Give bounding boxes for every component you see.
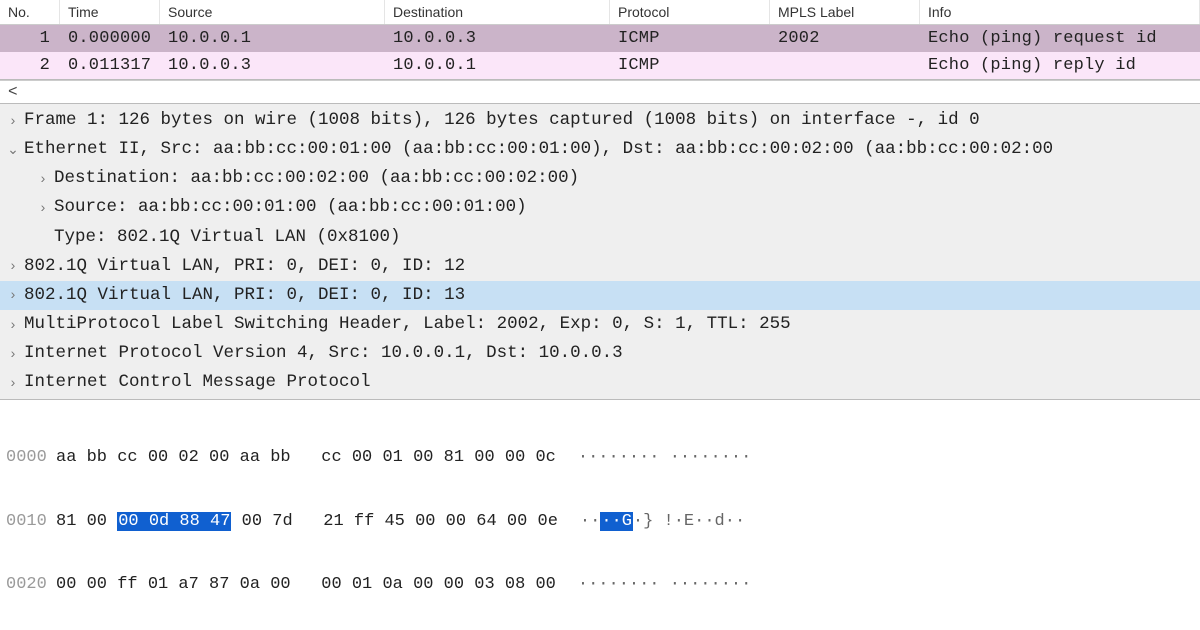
tree-label: Internet Control Message Protocol — [24, 369, 371, 396]
packet-destination: 10.0.0.1 — [385, 52, 610, 79]
chevron-right-icon[interactable]: › — [6, 284, 20, 306]
hex-row[interactable]: 0000 aa bb cc 00 02 00 aa bb cc 00 01 00… — [6, 447, 1194, 468]
packet-row[interactable]: 2 0.011317 10.0.0.3 10.0.0.1 ICMP Echo (… — [0, 52, 1200, 79]
tree-vlan-13[interactable]: › 802.1Q Virtual LAN, PRI: 0, DEI: 0, ID… — [0, 281, 1200, 310]
chevron-right-icon[interactable]: › — [6, 110, 20, 132]
tree-ethernet[interactable]: ⌄ Ethernet II, Src: aa:bb:cc:00:01:00 (a… — [0, 135, 1200, 164]
horizontal-scroll-left-icon[interactable]: < — [0, 80, 1200, 104]
packet-time: 0.000000 — [60, 25, 160, 52]
tree-label: Destination: aa:bb:cc:00:02:00 (aa:bb:cc… — [54, 165, 579, 192]
hex-ascii: ········ ········ — [578, 574, 751, 595]
tree-label: MultiProtocol Label Switching Header, La… — [24, 311, 791, 338]
hex-ascii: ········ ········ — [578, 447, 751, 468]
tree-mpls[interactable]: › MultiProtocol Label Switching Header, … — [0, 310, 1200, 339]
chevron-right-icon[interactable]: › — [6, 314, 20, 336]
chevron-right-icon[interactable]: › — [6, 255, 20, 277]
chevron-right-icon[interactable]: › — [6, 343, 20, 365]
hex-offset: 0000 — [6, 447, 56, 468]
chevron-right-icon[interactable]: › — [6, 372, 20, 394]
packet-source: 10.0.0.3 — [160, 52, 385, 79]
tree-label: Source: aa:bb:cc:00:01:00 (aa:bb:cc:00:0… — [54, 194, 527, 221]
packet-info: Echo (ping) reply id — [920, 52, 1200, 79]
hex-bytes: 00 00 ff 01 a7 87 0a 00 00 01 0a 00 00 0… — [56, 574, 556, 595]
tree-vlan-12[interactable]: › 802.1Q Virtual LAN, PRI: 0, DEI: 0, ID… — [0, 252, 1200, 281]
packet-time: 0.011317 — [60, 52, 160, 79]
packet-list[interactable]: No. Time Source Destination Protocol MPL… — [0, 0, 1200, 80]
col-mpls[interactable]: MPLS Label — [770, 0, 920, 24]
tree-label: Ethernet II, Src: aa:bb:cc:00:01:00 (aa:… — [24, 136, 1053, 163]
packet-no: 2 — [0, 52, 60, 79]
packet-source: 10.0.0.1 — [160, 25, 385, 52]
hex-row[interactable]: 0010 81 00 00 0d 88 47 00 7d 21 ff 45 00… — [6, 511, 1194, 532]
hex-row[interactable]: 0020 00 00 ff 01 a7 87 0a 00 00 01 0a 00… — [6, 574, 1194, 595]
tree-eth-type[interactable]: Type: 802.1Q Virtual LAN (0x8100) — [0, 223, 1200, 252]
tree-eth-src[interactable]: › Source: aa:bb:cc:00:01:00 (aa:bb:cc:00… — [0, 193, 1200, 222]
chevron-down-icon[interactable]: ⌄ — [6, 139, 20, 161]
packet-protocol: ICMP — [610, 52, 770, 79]
tree-label: 802.1Q Virtual LAN, PRI: 0, DEI: 0, ID: … — [24, 282, 465, 309]
packet-no: 1 — [0, 25, 60, 52]
col-destination[interactable]: Destination — [385, 0, 610, 24]
tree-label: Frame 1: 126 bytes on wire (1008 bits), … — [24, 107, 980, 134]
col-no[interactable]: No. — [0, 0, 60, 24]
tree-frame[interactable]: › Frame 1: 126 bytes on wire (1008 bits)… — [0, 106, 1200, 135]
packet-details[interactable]: › Frame 1: 126 bytes on wire (1008 bits)… — [0, 104, 1200, 400]
hex-bytes: 81 00 00 0d 88 47 00 7d 21 ff 45 00 00 6… — [56, 511, 558, 532]
hex-highlight: 00 0d 88 47 — [117, 512, 231, 531]
tree-label: 802.1Q Virtual LAN, PRI: 0, DEI: 0, ID: … — [24, 253, 465, 280]
packet-row[interactable]: 1 0.000000 10.0.0.1 10.0.0.3 ICMP 2002 E… — [0, 25, 1200, 52]
hex-bytes: aa bb cc 00 02 00 aa bb cc 00 01 00 81 0… — [56, 447, 556, 468]
chevron-right-icon[interactable]: › — [36, 197, 50, 219]
hex-dump[interactable]: 0000 aa bb cc 00 02 00 aa bb cc 00 01 00… — [0, 400, 1200, 630]
packet-mpls — [770, 52, 920, 79]
col-protocol[interactable]: Protocol — [610, 0, 770, 24]
tree-icmp[interactable]: › Internet Control Message Protocol — [0, 368, 1200, 397]
col-source[interactable]: Source — [160, 0, 385, 24]
packet-list-header: No. Time Source Destination Protocol MPL… — [0, 0, 1200, 25]
tree-eth-dst[interactable]: › Destination: aa:bb:cc:00:02:00 (aa:bb:… — [0, 164, 1200, 193]
packet-info: Echo (ping) request id — [920, 25, 1200, 52]
tree-ip[interactable]: › Internet Protocol Version 4, Src: 10.0… — [0, 339, 1200, 368]
packet-destination: 10.0.0.3 — [385, 25, 610, 52]
chevron-right-icon[interactable]: › — [36, 168, 50, 190]
packet-protocol: ICMP — [610, 25, 770, 52]
tree-label: Internet Protocol Version 4, Src: 10.0.0… — [24, 340, 623, 367]
tree-label: Type: 802.1Q Virtual LAN (0x8100) — [54, 224, 401, 251]
hex-ascii: ····G·} !·E··d·· — [580, 511, 745, 532]
hex-offset: 0020 — [6, 574, 56, 595]
packet-mpls: 2002 — [770, 25, 920, 52]
col-time[interactable]: Time — [60, 0, 160, 24]
hex-offset: 0010 — [6, 511, 56, 532]
col-info[interactable]: Info — [920, 0, 1200, 24]
hex-ascii-highlight: ··G — [600, 512, 633, 531]
